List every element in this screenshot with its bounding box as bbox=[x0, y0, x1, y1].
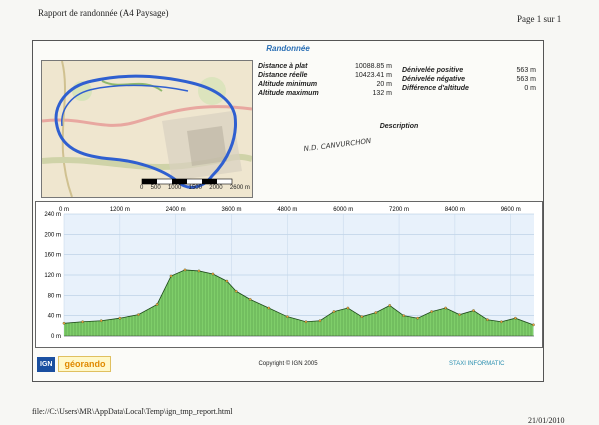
elevation-point bbox=[211, 272, 215, 276]
stat-value: 10423.41 m bbox=[355, 72, 392, 79]
elevation-point bbox=[416, 316, 420, 320]
elevation-point bbox=[183, 268, 187, 272]
elevation-point bbox=[332, 310, 336, 313]
x-tick-label: 3600 m bbox=[222, 207, 242, 213]
elevation-point bbox=[155, 303, 159, 306]
elevation-point bbox=[532, 323, 535, 327]
report-title: Randonnée bbox=[266, 44, 310, 53]
elevation-point bbox=[318, 319, 322, 323]
stat-row: Différence d'altitude 0 m bbox=[401, 84, 537, 93]
elevation-point bbox=[62, 321, 66, 325]
stat-row: Altitude maximum 132 m bbox=[257, 89, 393, 98]
elevation-point bbox=[500, 320, 503, 324]
y-tick-label: 160 m bbox=[44, 253, 61, 259]
route-map: 0 500 1000 1500 2000 2600 m bbox=[41, 60, 253, 198]
map-scale-labels: 0 500 1000 1500 2000 2600 m bbox=[140, 185, 250, 191]
stat-row: Dénivelée négative 563 m bbox=[401, 75, 537, 84]
report-frame: Randonnée 0 500 1000 1500 2000 2600 m Di… bbox=[32, 40, 544, 382]
stat-value: 563 m bbox=[516, 67, 536, 74]
elevation-point bbox=[402, 314, 406, 318]
elevation-point bbox=[248, 298, 252, 301]
y-tick-label: 80 m bbox=[48, 293, 61, 299]
x-tick-label: 9600 m bbox=[501, 207, 521, 213]
report-header-title: Rapport de randonnée (A4 Paysage) bbox=[38, 8, 169, 18]
x-tick-label: 4800 m bbox=[277, 207, 297, 213]
footer-path: file://C:\Users\MR\AppData\Local\Temp\ig… bbox=[32, 407, 233, 416]
scale-label: 0 bbox=[140, 185, 144, 191]
scale-label: 2000 bbox=[209, 185, 223, 191]
x-tick-label: 0 m bbox=[59, 207, 69, 213]
scale-label: 2600 m bbox=[229, 185, 250, 191]
elevation-point bbox=[514, 316, 517, 320]
stat-label: Dénivelée positive bbox=[402, 67, 464, 74]
stat-row: Dénivelée positive 563 m bbox=[401, 66, 537, 75]
elevation-point bbox=[374, 311, 378, 314]
elevation-point bbox=[81, 320, 84, 324]
elevation-point bbox=[444, 306, 447, 310]
scale-label: 500 bbox=[150, 185, 161, 191]
elevation-point bbox=[234, 289, 238, 293]
elevation-point bbox=[472, 309, 475, 312]
stats-table-right: Dénivelée positive 563 m Dénivelée négati… bbox=[401, 66, 537, 93]
elevation-point bbox=[169, 274, 173, 278]
stat-row: Distance réelle 10423.41 m bbox=[257, 71, 393, 80]
stat-value: 0 m bbox=[524, 85, 536, 92]
stat-row: Distance à plat 10088.85 m bbox=[257, 62, 393, 71]
stat-value: 132 m bbox=[372, 90, 392, 97]
y-tick-label: 0 m bbox=[51, 334, 61, 340]
x-tick-label: 6000 m bbox=[333, 207, 353, 213]
stat-label: Distance à plat bbox=[258, 63, 308, 70]
y-tick-label: 40 m bbox=[48, 314, 61, 320]
stat-label: Altitude minimum bbox=[258, 81, 318, 88]
elevation-point bbox=[458, 313, 461, 317]
y-tick-label: 120 m bbox=[44, 273, 61, 279]
x-tick-label: 7200 m bbox=[389, 207, 409, 213]
elevation-point bbox=[137, 313, 140, 317]
elevation-point bbox=[118, 316, 122, 320]
elevation-point bbox=[286, 315, 289, 319]
elevation-chart: 240 m200 m160 m120 m80 m40 m0 m0 m 1200 m… bbox=[44, 207, 535, 340]
stat-row: Altitude minimum 20 m bbox=[257, 80, 393, 89]
y-tick-label: 200 m bbox=[44, 232, 61, 238]
stat-label: Distance réelle bbox=[258, 72, 308, 79]
scale-label: 1500 bbox=[188, 185, 202, 191]
x-tick-label: 8400 m bbox=[445, 207, 465, 213]
elevation-point bbox=[225, 279, 229, 283]
elevation-point bbox=[360, 315, 364, 319]
stat-label: Dénivelée négative bbox=[402, 76, 466, 83]
elevation-point bbox=[430, 310, 433, 313]
page-number: Page 1 sur 1 bbox=[517, 14, 562, 24]
stats-table-left: Distance à plat 10088.85 m Distance réell… bbox=[257, 62, 393, 98]
stat-value: 563 m bbox=[516, 76, 536, 83]
elevation-point bbox=[197, 269, 201, 273]
stat-value: 10088.85 m bbox=[355, 63, 392, 70]
stat-value: 20 m bbox=[376, 81, 392, 88]
x-tick-label: 1200 m bbox=[110, 207, 130, 213]
stat-label: Altitude maximum bbox=[258, 90, 319, 97]
scale-label: 1000 bbox=[167, 185, 182, 191]
elevation-point bbox=[346, 306, 350, 310]
elevation-point bbox=[304, 320, 308, 324]
stat-label: Différence d'altitude bbox=[402, 85, 469, 92]
staxi-logo: STAXI INFORMATIC bbox=[449, 361, 505, 367]
elevation-point bbox=[388, 304, 392, 307]
elevation-point bbox=[486, 318, 489, 322]
elevation-profile: 240 m 200 m 160 m 120 m 80 m 40 m0 m0 m 1200 m… bbox=[35, 201, 543, 348]
elevation-point bbox=[267, 306, 271, 310]
x-tick-label: 2400 m bbox=[166, 207, 186, 213]
elevation-point bbox=[99, 319, 103, 323]
map-image bbox=[42, 61, 252, 197]
